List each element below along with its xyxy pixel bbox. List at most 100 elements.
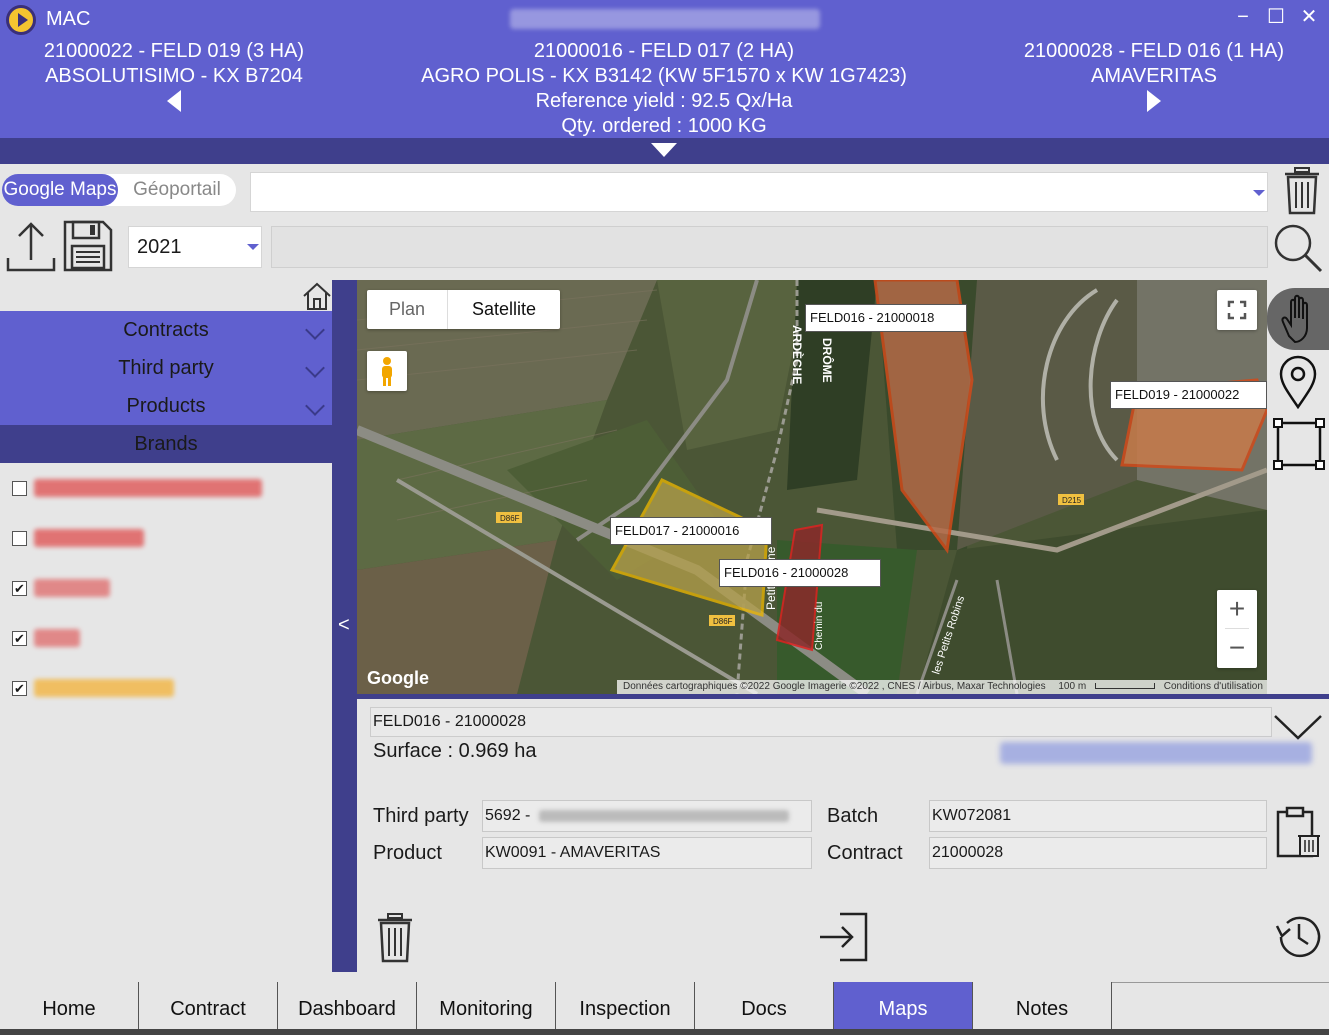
delete-trash-icon[interactable] (375, 912, 415, 964)
third-party-field[interactable]: 5692 - (482, 800, 812, 832)
redacted-third-party-name (538, 809, 789, 822)
redacted-coordinates (1000, 742, 1312, 764)
draw-rectangle-icon[interactable] (1272, 417, 1326, 471)
search-input[interactable] (271, 226, 1268, 268)
batch-label: Batch (827, 805, 879, 827)
minimize-button[interactable]: − (1232, 6, 1254, 28)
brand-item[interactable] (12, 529, 272, 549)
reference-yield: Reference yield : 92.5 Qx/Ha (535, 90, 793, 112)
product-field[interactable]: KW0091 - AMAVERITAS (482, 837, 812, 869)
street-view-pegman-icon[interactable] (367, 351, 407, 391)
brand-item[interactable]: ✔ (12, 579, 272, 599)
upload-icon[interactable] (6, 220, 56, 272)
collapse-panel-icon[interactable]: < (338, 614, 350, 637)
filter-contracts[interactable]: Contracts (0, 311, 332, 349)
home-icon[interactable] (302, 282, 332, 310)
app-logo-icon (6, 5, 36, 35)
layer-select[interactable] (250, 172, 1268, 212)
redacted-brand-name (34, 529, 144, 547)
map-label-feld016-21000028[interactable]: FELD016 - 21000028 (719, 559, 881, 587)
road-label-d86f: D86F (500, 514, 520, 523)
brand-item[interactable] (12, 479, 272, 499)
tab-home[interactable]: Home (0, 982, 139, 1035)
brand-checkbox[interactable] (12, 481, 27, 496)
surface-label: Surface : 0.969 ha (373, 740, 537, 762)
expand-header-chevron-icon[interactable] (651, 143, 677, 157)
map-type-satellite-button[interactable]: Satellite (447, 290, 560, 329)
trash-icon[interactable] (1282, 166, 1322, 216)
year-value: 2021 (137, 236, 182, 258)
clipboard-delete-icon[interactable] (1274, 806, 1322, 860)
chevron-down-icon (247, 244, 259, 250)
tab-notes[interactable]: Notes (973, 982, 1112, 1035)
panel-collapse-bar[interactable]: < (332, 280, 357, 972)
satellite-map[interactable]: ARDÈCHE DRÔME Petit-Rhône Chemin du les … (357, 280, 1267, 694)
login-enter-icon[interactable] (818, 912, 870, 962)
collapse-detail-chevron-icon[interactable] (1273, 712, 1323, 742)
header-bar: MAC − ☐ ✕ 21000022 - FELD 019 (3 HA) ABS… (0, 0, 1329, 138)
tab-inspection[interactable]: Inspection (556, 982, 695, 1035)
filter-products[interactable]: Products (0, 387, 332, 425)
brand-checkbox-checked[interactable]: ✔ (12, 631, 27, 646)
brand-checkbox-checked[interactable]: ✔ (12, 681, 27, 696)
map-scale-label: 100 m (1058, 681, 1087, 692)
product-label: Product (373, 842, 442, 864)
next-field-title: 21000028 - FELD 016 (1 HA) (1023, 40, 1285, 62)
filter-products-label: Products (126, 395, 206, 417)
batch-field[interactable]: KW072081 (929, 800, 1267, 832)
prev-field-arrow-icon[interactable] (167, 90, 181, 112)
satellite-imagery: ARDÈCHE DRÔME Petit-Rhône Chemin du les … (357, 280, 1267, 694)
filter-third-party[interactable]: Third party (0, 349, 332, 387)
tab-maps[interactable]: Maps (834, 982, 973, 1035)
zoom-in-button[interactable]: + (1217, 590, 1257, 628)
map-label-feld019-21000022[interactable]: FELD019 - 21000022 (1110, 381, 1267, 409)
maximize-button[interactable]: ☐ (1265, 6, 1287, 28)
map-label-feld017-21000016[interactable]: FELD017 - 21000016 (610, 517, 772, 545)
history-clock-icon[interactable] (1273, 912, 1325, 962)
redacted-brand-name (34, 579, 110, 597)
detail-divider (357, 694, 1329, 699)
prev-field-title: 21000022 - FELD 019 (3 HA) (43, 40, 305, 62)
fullscreen-icon[interactable] (1217, 290, 1257, 330)
tab-docs[interactable]: Docs (695, 982, 834, 1035)
save-icon[interactable] (63, 220, 113, 272)
year-select[interactable]: 2021 (128, 226, 262, 268)
map-attribution-text: Données cartographiques ©2022 Google Ima… (623, 681, 1046, 692)
filter-contracts-label: Contracts (123, 319, 209, 341)
contract-field[interactable]: 21000028 (929, 837, 1267, 869)
brand-checkbox[interactable] (12, 531, 27, 546)
tab-contract[interactable]: Contract (139, 982, 278, 1035)
next-field-arrow-icon[interactable] (1147, 90, 1161, 112)
pan-tool-button[interactable] (1267, 288, 1329, 350)
redacted-brand-name (34, 629, 80, 647)
zoom-out-button[interactable]: − (1217, 629, 1257, 667)
marker-pin-icon[interactable] (1275, 355, 1321, 410)
selected-field-name[interactable]: FELD016 - 21000028 (370, 707, 1272, 737)
chevron-down-icon (305, 396, 325, 416)
filter-brands[interactable]: Brands (0, 425, 332, 463)
map-type-plan-button[interactable]: Plan (367, 290, 447, 329)
close-button[interactable]: ✕ (1298, 6, 1320, 28)
brand-item[interactable]: ✔ (12, 679, 272, 699)
map-label-feld016-21000018[interactable]: FELD016 - 21000018 (805, 304, 967, 332)
search-icon[interactable] (1272, 222, 1324, 274)
google-maps-toggle[interactable]: Google Maps (2, 174, 118, 206)
geoportail-toggle[interactable]: Géoportail (122, 174, 232, 206)
app-title: MAC (46, 8, 91, 30)
map-attribution: Données cartographiques ©2022 Google Ima… (617, 680, 1267, 694)
chevron-down-icon (305, 358, 325, 378)
filter-brands-label: Brands (134, 433, 198, 455)
map-terms-link[interactable]: Conditions d'utilisation (1164, 681, 1263, 692)
third-party-value: 5692 - (485, 807, 531, 824)
tab-monitoring[interactable]: Monitoring (417, 982, 556, 1035)
current-field-product: AGRO POLIS - KX B3142 (KW 5F1570 x KW 1G… (421, 65, 907, 87)
hand-icon (1281, 294, 1308, 344)
road-label-d215: D215 (1062, 496, 1082, 505)
prev-field-product: ABSOLUTISIMO - KX B7204 (45, 65, 303, 87)
road-label-chemin: Chemin du (814, 602, 825, 650)
brand-checkbox-checked[interactable]: ✔ (12, 581, 27, 596)
tab-dashboard[interactable]: Dashboard (278, 982, 417, 1035)
chevron-down-icon (305, 320, 325, 340)
quantity-ordered: Qty. ordered : 1000 KG (561, 115, 767, 137)
brand-item[interactable]: ✔ (12, 629, 272, 649)
